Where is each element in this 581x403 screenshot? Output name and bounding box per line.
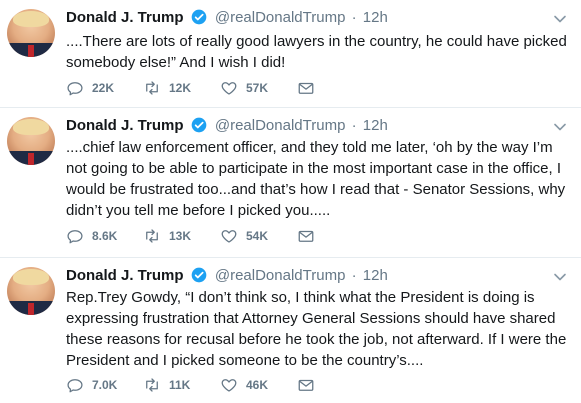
envelope-icon — [298, 230, 314, 242]
retweet-count: 12K — [169, 81, 192, 95]
heart-icon — [221, 379, 237, 392]
avatar[interactable] — [7, 267, 55, 315]
separator-dot: · — [351, 9, 357, 26]
heart-icon — [221, 230, 237, 243]
reply-count: 22K — [92, 81, 115, 95]
envelope-icon — [298, 379, 314, 391]
avatar[interactable] — [7, 9, 55, 57]
tweet-header: Donald J. Trump @realDonaldTrump · 12h — [66, 116, 388, 136]
timestamp[interactable]: 12h — [363, 9, 388, 26]
tweet-actions: 7.0K 11K 46K — [66, 375, 323, 395]
reply-icon — [67, 230, 83, 244]
timestamp[interactable]: 12h — [363, 267, 388, 284]
display-name[interactable]: Donald J. Trump — [66, 267, 184, 284]
tweet-text: Rep.Trey Gowdy, “I don’t think so, I thi… — [66, 289, 567, 369]
envelope-icon — [298, 82, 314, 94]
retweet-button[interactable]: 12K — [143, 79, 220, 97]
tweet[interactable]: Donald J. Trump @realDonaldTrump · 12h .… — [0, 0, 581, 108]
like-button[interactable]: 54K — [220, 227, 297, 245]
like-count: 54K — [246, 229, 269, 243]
chevron-down-icon[interactable] — [553, 12, 567, 26]
chevron-down-icon[interactable] — [553, 270, 567, 284]
reply-button[interactable]: 22K — [66, 79, 143, 97]
tweet-text: ....There are lots of really good lawyer… — [66, 33, 567, 71]
separator-dot: · — [351, 267, 357, 284]
retweet-button[interactable]: 13K — [143, 227, 220, 245]
tweet-header: Donald J. Trump @realDonaldTrump · 12h — [66, 8, 388, 28]
tweet-feed: Donald J. Trump @realDonaldTrump · 12h .… — [0, 0, 581, 403]
verified-badge-icon — [191, 267, 207, 283]
reply-button[interactable]: 8.6K — [66, 227, 143, 245]
like-button[interactable]: 46K — [220, 376, 297, 394]
user-handle[interactable]: @realDonaldTrump — [215, 267, 346, 284]
chevron-down-icon[interactable] — [553, 120, 567, 134]
like-button[interactable]: 57K — [220, 79, 297, 97]
verified-badge-icon — [191, 117, 207, 133]
display-name[interactable]: Donald J. Trump — [66, 9, 184, 26]
tweet-text: ....chief law enforcement officer, and t… — [66, 139, 566, 219]
display-name[interactable]: Donald J. Trump — [66, 117, 184, 134]
user-handle[interactable]: @realDonaldTrump — [215, 9, 346, 26]
reply-count: 7.0K — [92, 378, 118, 392]
verified-badge-icon — [191, 9, 207, 25]
timestamp[interactable]: 12h — [363, 117, 388, 134]
direct-message-button[interactable] — [297, 376, 323, 394]
tweet-header: Donald J. Trump @realDonaldTrump · 12h — [66, 266, 388, 286]
user-handle[interactable]: @realDonaldTrump — [215, 117, 346, 134]
retweet-icon — [146, 378, 158, 392]
retweet-count: 13K — [169, 229, 192, 243]
retweet-button[interactable]: 11K — [143, 376, 220, 394]
direct-message-button[interactable] — [297, 79, 323, 97]
reply-icon — [67, 82, 83, 96]
avatar[interactable] — [7, 117, 55, 165]
reply-count: 8.6K — [92, 229, 118, 243]
like-count: 57K — [246, 81, 269, 95]
tweet-actions: 22K 12K 57K — [66, 78, 323, 98]
retweet-icon — [146, 229, 158, 243]
like-count: 46K — [246, 378, 269, 392]
tweet[interactable]: Donald J. Trump @realDonaldTrump · 12h R… — [0, 258, 581, 403]
reply-button[interactable]: 7.0K — [66, 376, 143, 394]
separator-dot: · — [351, 117, 357, 134]
tweet-actions: 8.6K 13K 54K — [66, 226, 323, 246]
retweet-icon — [146, 81, 158, 95]
tweet[interactable]: Donald J. Trump @realDonaldTrump · 12h .… — [0, 108, 581, 258]
heart-icon — [221, 82, 237, 95]
reply-icon — [67, 379, 83, 393]
direct-message-button[interactable] — [297, 227, 323, 245]
retweet-count: 11K — [169, 378, 191, 392]
